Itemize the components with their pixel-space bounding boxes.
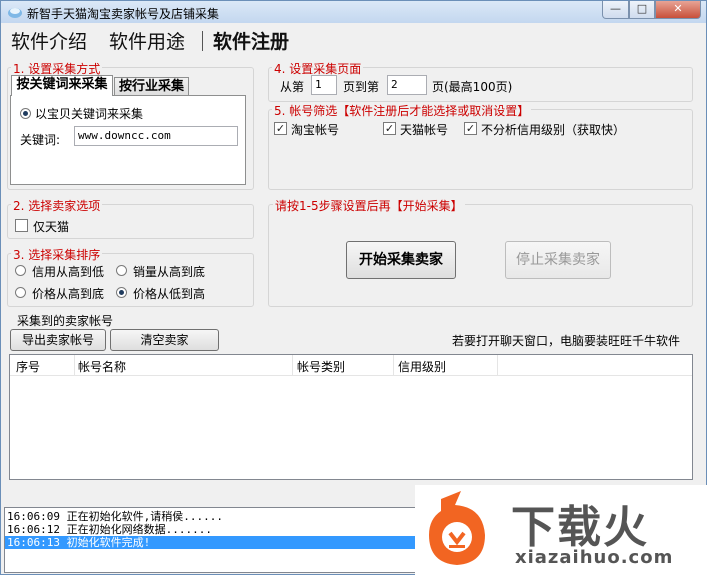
section2-label: 2. 选择卖家选项 [11, 197, 103, 214]
close-button[interactable]: ✕ [655, 1, 701, 19]
radio-keyword-mode[interactable] [20, 108, 31, 119]
column-divider[interactable] [497, 355, 498, 375]
tmall-checkbox[interactable]: ✓ [383, 122, 396, 135]
table-header: 序号 帐号名称 帐号类别 信用级别 [10, 355, 692, 376]
sort-option-label: 销量从高到底 [133, 265, 206, 279]
taobao-label: 淘宝帐号 [291, 123, 340, 137]
title-bar[interactable]: 新智手天猫淘宝卖家帐号及店铺采集 [1, 1, 706, 23]
log-line: 16:06:09 正在初始化软件,请稍侯...... [7, 510, 223, 523]
radio-price-asc[interactable] [116, 287, 127, 298]
page-from-label: 从第 [280, 80, 305, 94]
tmall-only-checkbox[interactable] [15, 219, 28, 232]
watermark: 下载火 xiazaihuo.com [415, 485, 707, 576]
section5-label: 5. 帐号筛选【软件注册后才能选择或取消设置】 [272, 102, 532, 119]
sort-option-label: 价格从高到底 [32, 287, 105, 301]
window-title: 新智手天猫淘宝卖家帐号及店铺采集 [27, 7, 220, 21]
seller-table[interactable]: 序号 帐号名称 帐号类别 信用级别 [9, 354, 693, 480]
start-section-label: 请按1-5步骤设置后再【开始采集】 [273, 197, 465, 214]
sort-option-label: 信用从高到低 [32, 265, 105, 279]
column-header[interactable]: 帐号类别 [297, 358, 345, 375]
wangwang-hint: 若要打开聊天窗口，电脑要装旺旺千牛软件 [452, 334, 681, 348]
maximize-icon: □ [636, 2, 648, 15]
menu-divider [202, 31, 203, 51]
radio-credit-desc[interactable] [15, 265, 26, 276]
page-to-input[interactable]: 2 [387, 75, 427, 95]
log-line: 16:06:12 正在初始化网络数据....... [7, 523, 212, 536]
taobao-checkbox[interactable]: ✓ [274, 122, 287, 135]
log-box[interactable]: 16:06:09 正在初始化软件,请稍侯...... 16:06:12 正在初始… [4, 507, 416, 573]
keyword-label: 关键词: [20, 133, 61, 147]
section-start [268, 204, 693, 307]
close-icon: ✕ [673, 2, 683, 15]
page-from-input[interactable]: 1 [311, 75, 337, 95]
radio-keyword-label: 以宝贝关键词来采集 [35, 107, 144, 121]
page-max-label: 页(最高100页) [432, 80, 513, 94]
page-to-label: 页到第 [343, 80, 380, 94]
menu-usage[interactable]: 软件用途 [109, 27, 185, 54]
log-line-selected: 16:06:13 初始化软件完成! [5, 536, 415, 549]
flame-logo-icon [429, 491, 485, 565]
column-divider[interactable] [292, 355, 293, 375]
skip-credit-checkbox[interactable]: ✓ [464, 122, 477, 135]
watermark-logo-text: 下载火 [511, 502, 649, 553]
radio-price-desc[interactable] [15, 287, 26, 298]
keyword-input[interactable]: www.downcc.com [74, 126, 238, 146]
tab-panel-keyword: 以宝贝关键词来采集 关键词: www.downcc.com [10, 95, 246, 185]
main-window: 新智手天猫淘宝卖家帐号及店铺采集 — □ ✕ 软件介绍 软件用途 软件注册 1.… [0, 0, 707, 576]
column-header[interactable]: 信用级别 [398, 358, 446, 375]
tmall-only-label: 仅天猫 [33, 220, 70, 234]
section3-label: 3. 选择采集排序 [11, 246, 103, 263]
results-label: 采集到的卖家帐号 [17, 314, 114, 328]
column-divider[interactable] [393, 355, 394, 375]
column-header[interactable]: 序号 [16, 358, 40, 375]
export-button[interactable]: 导出卖家帐号 [10, 329, 106, 351]
stop-collect-button[interactable]: 停止采集卖家 [505, 241, 611, 279]
column-header[interactable]: 帐号名称 [78, 358, 126, 375]
menu-intro[interactable]: 软件介绍 [11, 27, 87, 54]
minimize-button[interactable]: — [602, 1, 629, 19]
tmall-label: 天猫帐号 [400, 123, 449, 137]
menu-register[interactable]: 软件注册 [213, 27, 289, 54]
column-divider[interactable] [74, 355, 75, 375]
maximize-button[interactable]: □ [629, 1, 655, 19]
tab-keyword[interactable]: 按关键词来采集 [11, 75, 113, 96]
radio-sales-desc[interactable] [116, 265, 127, 276]
minimize-icon: — [610, 2, 621, 15]
sort-option-label: 价格从低到高 [133, 287, 206, 301]
clear-button[interactable]: 清空卖家 [110, 329, 219, 351]
tab-industry[interactable]: 按行业采集 [114, 77, 189, 97]
app-icon [8, 8, 22, 18]
start-collect-button[interactable]: 开始采集卖家 [346, 241, 456, 279]
skip-credit-label: 不分析信用级别（获取快） [481, 123, 626, 137]
watermark-domain: xiazaihuo.com [515, 547, 674, 568]
